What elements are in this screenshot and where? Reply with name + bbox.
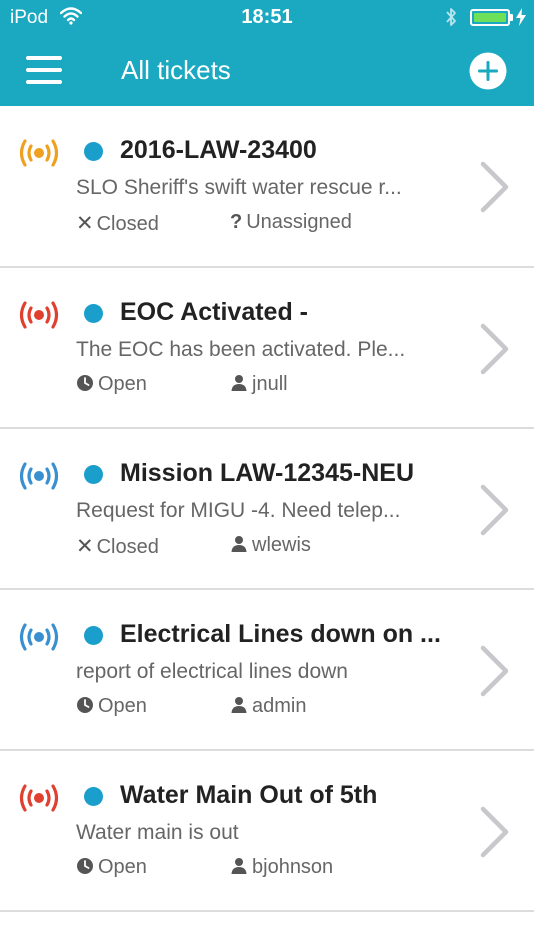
battery-level xyxy=(474,13,506,22)
user-icon xyxy=(230,535,248,553)
clock-icon xyxy=(76,696,94,714)
unread-dot xyxy=(84,787,103,806)
status-label: Open xyxy=(98,856,147,878)
user-icon xyxy=(230,857,248,875)
ticket-status: ✕ Closed xyxy=(76,211,159,237)
status-label: Open xyxy=(98,695,147,717)
status-label: Open xyxy=(98,373,147,395)
question-icon: ? xyxy=(230,211,243,233)
chevron-right-icon xyxy=(480,323,509,375)
ticket-description: Request for MIGU -4. Need telep... xyxy=(76,499,401,522)
ticket-description: Water main is out xyxy=(76,821,239,844)
signal-icon xyxy=(19,784,59,812)
status-bar: iPod 18:51 xyxy=(0,0,534,36)
ticket-title: Electrical Lines down on ... xyxy=(120,620,441,648)
assignee-label: jnull xyxy=(252,373,288,395)
page-title: All tickets xyxy=(121,55,231,85)
unread-dot xyxy=(84,465,103,484)
x-icon: ✕ xyxy=(76,535,94,558)
ticket-row[interactable]: 2016-LAW-23400 SLO Sheriff's swift water… xyxy=(0,106,534,268)
ticket-assignee: jnull xyxy=(230,373,288,399)
ticket-description: The EOC has been activated. Ple... xyxy=(76,338,406,361)
assignee-label: admin xyxy=(252,695,307,717)
chevron-right-icon xyxy=(480,645,509,697)
top-bar: iPod 18:51 All tickets xyxy=(0,0,534,106)
signal-icon xyxy=(19,301,59,329)
assignee-label: bjohnson xyxy=(252,856,334,878)
bluetooth-icon xyxy=(446,8,456,26)
ticket-status: Open xyxy=(76,695,147,721)
hamburger-line xyxy=(26,68,62,72)
hamburger-line xyxy=(26,80,62,84)
clock-icon xyxy=(76,857,94,875)
chevron-right-icon xyxy=(480,161,509,213)
ticket-assignee: admin xyxy=(230,695,306,721)
chevron-right-icon xyxy=(480,484,509,536)
add-ticket-button[interactable] xyxy=(469,52,507,90)
hamburger-menu-icon xyxy=(26,56,62,60)
assignee-label: Unassigned xyxy=(246,211,352,233)
signal-icon xyxy=(19,462,59,490)
ticket-description: SLO Sheriff's swift water rescue r... xyxy=(76,176,402,199)
ticket-assignee: ? Unassigned xyxy=(230,211,352,237)
ticket-title: 2016-LAW-23400 xyxy=(120,136,317,164)
unread-dot xyxy=(84,142,103,161)
unread-dot xyxy=(84,626,103,645)
unread-dot xyxy=(84,304,103,323)
clock-icon xyxy=(76,374,94,392)
ticket-title: EOC Activated - xyxy=(120,298,309,326)
ticket-status: Open xyxy=(76,856,147,882)
battery-icon xyxy=(470,9,510,26)
menu-button[interactable] xyxy=(26,56,62,84)
ticket-status: ✕ Closed xyxy=(76,534,159,560)
ticket-row[interactable]: Electrical Lines down on ... report of e… xyxy=(0,590,534,751)
user-icon xyxy=(230,696,248,714)
ticket-row[interactable]: Mission LAW-12345-NEU Request for MIGU -… xyxy=(0,429,534,590)
ticket-title: Mission LAW-12345-NEU xyxy=(120,459,415,487)
ticket-row[interactable]: Water Main Out of 5th Water main is out … xyxy=(0,751,534,912)
signal-icon xyxy=(19,139,59,167)
battery-tip xyxy=(510,14,513,21)
ticket-assignee: wlewis xyxy=(230,534,311,560)
ticket-list: 2016-LAW-23400 SLO Sheriff's swift water… xyxy=(0,106,534,912)
charging-bolt-icon xyxy=(516,8,526,26)
ticket-assignee: bjohnson xyxy=(230,856,333,882)
status-label: Closed xyxy=(96,536,159,558)
ticket-row[interactable]: EOC Activated - The EOC has been activat… xyxy=(0,268,534,429)
status-label: Closed xyxy=(96,213,159,235)
ticket-title: Water Main Out of 5th xyxy=(120,781,378,809)
x-icon: ✕ xyxy=(76,212,94,235)
nav-bar: All tickets xyxy=(0,36,534,106)
user-icon xyxy=(230,374,248,392)
ticket-description: report of electrical lines down xyxy=(76,660,348,683)
chevron-right-icon xyxy=(480,806,509,858)
signal-icon xyxy=(19,623,59,651)
ticket-status: Open xyxy=(76,373,147,399)
assignee-label: wlewis xyxy=(252,534,311,556)
